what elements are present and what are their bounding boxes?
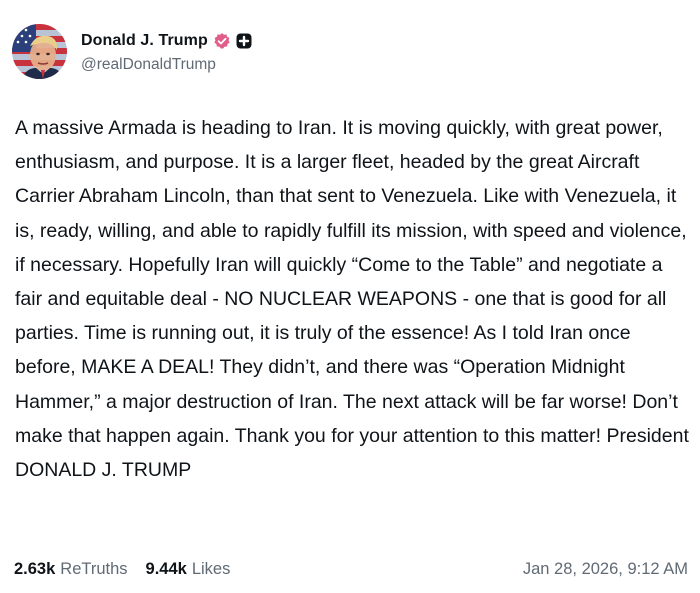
likes-label: Likes bbox=[191, 559, 231, 578]
likes-stat[interactable]: 9.44k Likes bbox=[146, 560, 231, 579]
likes-count: 9.44k bbox=[145, 559, 187, 578]
truth-post: Donald J. Trump @realDonaldTrump A massi… bbox=[0, 0, 700, 593]
name-row: Donald J. Trump bbox=[81, 29, 252, 53]
retruths-count: 2.63k bbox=[14, 559, 56, 578]
author-handle[interactable]: @realDonaldTrump bbox=[81, 56, 252, 74]
post-timestamp[interactable]: Jan 28, 2026, 9:12 AM bbox=[523, 560, 688, 579]
retruths-stat[interactable]: 2.63k ReTruths bbox=[14, 560, 128, 579]
post-text: A massive Armada is heading to Iran. It … bbox=[15, 117, 689, 482]
flag-portrait-avatar-icon bbox=[12, 24, 67, 79]
retruths-label: ReTruths bbox=[60, 559, 128, 578]
post-header: Donald J. Trump @realDonaldTrump bbox=[12, 24, 252, 79]
avatar[interactable] bbox=[12, 24, 67, 79]
author-names: Donald J. Trump @realDonaldTrump bbox=[81, 29, 252, 74]
truth-plus-icon bbox=[236, 33, 252, 49]
verified-badge-icon bbox=[213, 32, 231, 50]
display-name[interactable]: Donald J. Trump bbox=[81, 32, 208, 50]
post-footer: 2.63k ReTruths 9.44k Likes Jan 28, 2026,… bbox=[14, 556, 688, 582]
